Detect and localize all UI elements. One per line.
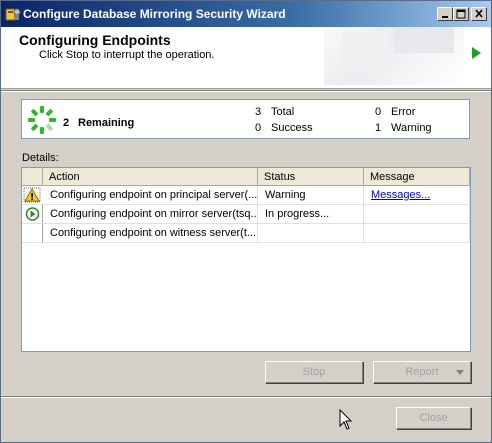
status-cell	[258, 224, 364, 242]
in-progress-icon	[25, 207, 40, 221]
report-button[interactable]: Report	[373, 361, 471, 383]
error-label: Error	[391, 106, 416, 118]
footer-divider	[1, 396, 491, 398]
window-title: Configure Database Mirroring Security Wi…	[23, 7, 286, 21]
row-icon-cell	[22, 186, 43, 204]
remaining-label: Remaining	[78, 117, 135, 129]
column-header-status[interactable]: Status	[258, 168, 364, 186]
error-count: 0	[375, 106, 382, 118]
status-cell: In progress...	[258, 205, 364, 223]
maximize-button[interactable]	[453, 7, 469, 21]
total-label: Total	[271, 106, 295, 118]
progress-summary: 2 Remaining 3 Total 0 Success 0 Error 1 …	[21, 99, 470, 139]
header-decoration	[324, 27, 464, 85]
remaining-count: 2	[63, 117, 70, 129]
maximize-icon	[456, 9, 466, 19]
warning-label: Warning	[391, 122, 432, 134]
message-cell	[364, 205, 470, 223]
total-count: 3	[255, 106, 262, 118]
header-divider	[1, 90, 491, 92]
wizard-app-icon	[5, 6, 21, 22]
action-cell: Configuring endpoint on mirror server(ts…	[43, 205, 258, 223]
progress-spinner-icon	[28, 106, 56, 134]
warning-count: 1	[375, 122, 382, 134]
action-cell: Configuring endpoint on principal server…	[43, 186, 258, 204]
stop-button[interactable]: Stop	[265, 361, 363, 383]
close-icon	[475, 9, 483, 18]
wizard-header: Configuring Endpoints Click Stop to inte…	[1, 27, 491, 89]
minimize-button[interactable]	[437, 7, 453, 21]
table-row[interactable]: Configuring endpoint on mirror server(ts…	[22, 205, 470, 224]
page-title: Configuring Endpoints	[19, 32, 171, 48]
success-count: 0	[255, 122, 262, 134]
messages-link[interactable]: Messages...	[371, 189, 430, 201]
status-cell: Warning	[258, 186, 364, 204]
wizard-window: Configure Database Mirroring Security Wi…	[0, 0, 492, 443]
details-label: Details:	[22, 152, 59, 164]
success-label: Success	[271, 122, 313, 134]
title-bar[interactable]: Configure Database Mirroring Security Wi…	[1, 1, 491, 27]
column-header-action[interactable]: Action	[43, 168, 258, 186]
warning-icon	[22, 186, 43, 204]
close-window-button[interactable]	[471, 7, 487, 21]
message-cell	[364, 224, 470, 242]
close-button[interactable]: Close	[396, 407, 471, 429]
table-row[interactable]: Configuring endpoint on principal server…	[22, 186, 470, 205]
page-subtitle: Click Stop to interrupt the operation.	[39, 49, 215, 61]
table-row[interactable]: Configuring endpoint on witness server(t…	[22, 224, 470, 243]
chevron-down-icon	[456, 370, 464, 375]
row-icon-cell	[22, 205, 43, 223]
column-header-message[interactable]: Message	[364, 168, 470, 186]
row-header-corner	[22, 168, 43, 186]
play-arrow-icon	[472, 47, 481, 59]
row-icon-cell	[22, 224, 43, 242]
details-grid[interactable]: Action Status Message Configuring endpoi…	[21, 167, 471, 352]
action-cell: Configuring endpoint on witness server(t…	[43, 224, 258, 242]
minimize-icon	[442, 16, 448, 18]
message-cell: Messages...	[364, 186, 470, 204]
report-button-label: Report	[405, 366, 439, 378]
mouse-cursor-icon	[339, 409, 353, 430]
